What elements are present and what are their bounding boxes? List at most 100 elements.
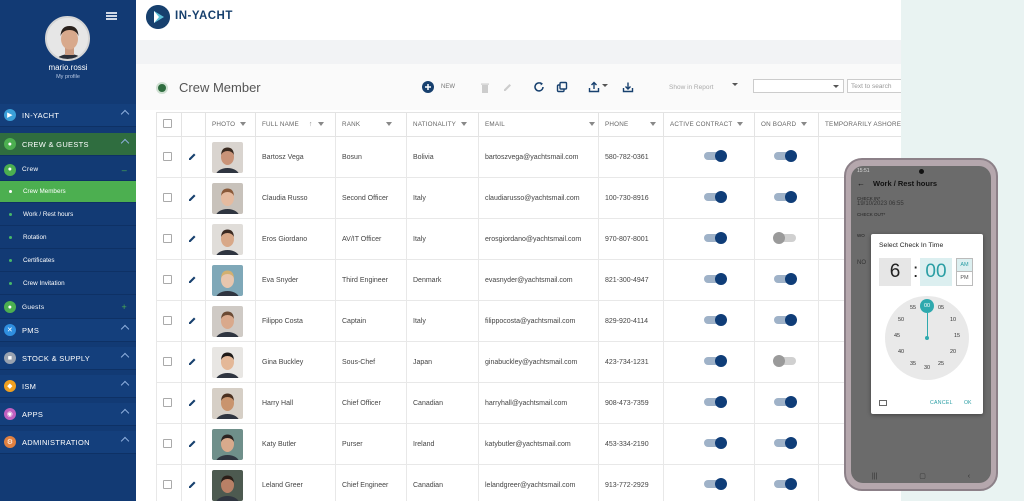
edit-row-icon[interactable] xyxy=(188,234,197,243)
sidebar-item-certificates[interactable]: Certificates xyxy=(0,250,136,272)
row-checkbox[interactable] xyxy=(163,356,172,366)
toggle-switch[interactable] xyxy=(774,437,797,449)
toggle-switch[interactable] xyxy=(704,396,727,408)
am-toggle[interactable]: AM xyxy=(956,258,973,272)
filter-icon[interactable] xyxy=(240,122,247,127)
refresh-icon[interactable] xyxy=(533,80,545,94)
nav-crew[interactable]: ● Crew – xyxy=(0,159,136,181)
edit-row-icon[interactable] xyxy=(188,316,197,325)
selected-minute[interactable]: 00 xyxy=(920,299,934,313)
table-row[interactable]: Filippo Costa Captain Italy filippocosta… xyxy=(156,300,902,342)
sort-up-icon[interactable]: ↑ xyxy=(309,121,313,128)
toggle-switch[interactable] xyxy=(704,191,727,203)
row-checkbox[interactable] xyxy=(163,274,172,284)
toggle-switch[interactable] xyxy=(704,437,727,449)
cancel-button[interactable]: CANCEL xyxy=(930,400,953,406)
table-row[interactable]: Eva Snyder Third Engineer Denmark evasny… xyxy=(156,259,902,301)
nav-in-yacht[interactable]: ▶ IN-YACHT xyxy=(0,104,136,127)
back-arrow-icon[interactable]: ← xyxy=(857,179,865,188)
toggle-switch[interactable] xyxy=(704,232,727,244)
delete-icon[interactable] xyxy=(480,80,490,94)
select-all-checkbox[interactable] xyxy=(163,119,172,128)
edit-row-icon[interactable] xyxy=(188,152,197,161)
user-avatar[interactable] xyxy=(45,16,90,61)
table-row[interactable]: Bartosz Vega Bosun Bolivia bartoszvega@y… xyxy=(156,136,902,178)
toggle-switch[interactable] xyxy=(774,396,797,408)
header-on-board[interactable]: ON BOARD xyxy=(754,112,819,137)
clock-number[interactable]: 25 xyxy=(935,361,947,367)
header-email[interactable]: EMAIL xyxy=(478,112,599,137)
hour-display[interactable]: 6 xyxy=(879,258,911,286)
export-icon[interactable] xyxy=(588,80,600,94)
nav-ism[interactable]: ◆ ISM xyxy=(0,375,136,398)
my-profile-link[interactable]: My profile xyxy=(0,74,136,80)
minute-display[interactable]: 00 xyxy=(920,258,952,286)
edit-icon[interactable] xyxy=(502,80,513,94)
nav-crew-guests[interactable]: ● CREW & GUESTS xyxy=(0,133,136,156)
nav-guests[interactable]: ● Guests + xyxy=(0,296,136,319)
table-row[interactable]: Eros Giordano AV/IT Officer Italy erosgi… xyxy=(156,218,902,260)
copy-icon[interactable] xyxy=(556,80,568,94)
edit-row-icon[interactable] xyxy=(188,357,197,366)
ok-button[interactable]: OK xyxy=(964,400,972,406)
download-icon[interactable] xyxy=(622,80,634,94)
nav-pms[interactable]: ✕ PMS xyxy=(0,319,136,342)
header-nationality[interactable]: NATIONALITY xyxy=(406,112,479,137)
clock-number[interactable]: 45 xyxy=(891,333,903,339)
nav-apps[interactable]: ◉ APPS xyxy=(0,403,136,426)
edit-row-icon[interactable] xyxy=(188,398,197,407)
pm-toggle[interactable]: PM xyxy=(956,272,973,286)
new-icon[interactable] xyxy=(422,80,434,94)
clock-number[interactable]: 05 xyxy=(935,305,947,311)
toggle-switch[interactable] xyxy=(704,478,727,490)
toggle-switch[interactable] xyxy=(704,273,727,285)
header-temporarily-ashore[interactable]: TEMPORARILY ASHORE xyxy=(818,112,902,137)
filter-icon[interactable] xyxy=(461,122,468,127)
check-in-value[interactable]: 19/10/2023 06:55 xyxy=(851,201,991,207)
toggle-switch[interactable] xyxy=(773,232,796,244)
edit-row-icon[interactable] xyxy=(188,480,197,489)
toggle-switch[interactable] xyxy=(774,478,797,490)
new-button[interactable]: NEW xyxy=(441,84,455,90)
select-all-cell[interactable] xyxy=(156,112,182,137)
toggle-switch[interactable] xyxy=(774,273,797,285)
toggle-switch[interactable] xyxy=(774,150,797,162)
sidebar-item-crew-members[interactable]: Crew Members xyxy=(0,181,136,203)
filter-icon[interactable] xyxy=(386,122,393,127)
row-checkbox[interactable] xyxy=(163,192,172,202)
header-photo[interactable]: PHOTO xyxy=(205,112,256,137)
header-full-name[interactable]: FULL NAME ↑ xyxy=(255,112,336,137)
filter-icon[interactable] xyxy=(317,122,324,127)
edit-row-icon[interactable] xyxy=(188,439,197,448)
home-icon[interactable]: ▢ xyxy=(919,472,926,480)
nav-stock-supply[interactable]: ■ STOCK & SUPPLY xyxy=(0,347,136,370)
table-row[interactable]: Gina Buckley Sous-Chef Japan ginabuckley… xyxy=(156,341,902,383)
clock-number[interactable]: 20 xyxy=(947,349,959,355)
export-dropdown-icon[interactable] xyxy=(602,79,608,93)
row-checkbox[interactable] xyxy=(163,438,172,448)
filter-icon[interactable] xyxy=(650,122,657,127)
toggle-switch[interactable] xyxy=(774,191,797,203)
clock-number[interactable]: 35 xyxy=(907,361,919,367)
keyboard-icon[interactable] xyxy=(879,400,887,406)
filter-icon[interactable] xyxy=(801,122,808,127)
clock-face[interactable]: 00 05 10 15 20 25 30 35 40 45 50 55 xyxy=(885,296,969,380)
row-checkbox[interactable] xyxy=(163,397,172,407)
header-phone[interactable]: PHONE xyxy=(598,112,664,137)
header-active-contract[interactable]: ACTIVE CONTRACT xyxy=(663,112,755,137)
filter-icon[interactable] xyxy=(588,122,595,127)
toggle-switch[interactable] xyxy=(704,150,727,162)
row-checkbox[interactable] xyxy=(163,151,172,161)
clock-number[interactable]: 50 xyxy=(895,317,907,323)
clock-number[interactable]: 10 xyxy=(947,317,959,323)
sidebar-item-rotation[interactable]: Rotation xyxy=(0,227,136,249)
row-checkbox[interactable] xyxy=(163,233,172,243)
header-rank[interactable]: RANK xyxy=(335,112,407,137)
toggle-switch[interactable] xyxy=(704,355,727,367)
back-nav-icon[interactable]: ‹ xyxy=(968,473,970,480)
row-checkbox[interactable] xyxy=(163,315,172,325)
menu-icon[interactable] xyxy=(106,12,117,20)
sidebar-item-crew-invitation[interactable]: Crew Invitation xyxy=(0,273,136,295)
toggle-switch[interactable] xyxy=(773,355,796,367)
search-input[interactable]: Text to search xyxy=(847,79,907,93)
